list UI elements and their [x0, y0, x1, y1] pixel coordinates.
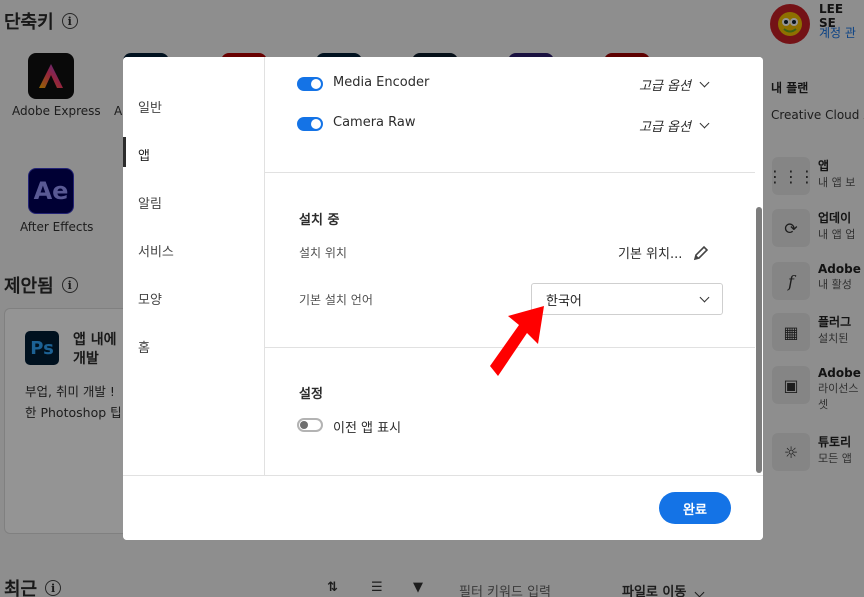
active-tab-indicator	[123, 137, 126, 167]
media-encoder-toggle[interactable]	[297, 77, 323, 91]
chevron-down-icon	[699, 292, 710, 302]
preferences-sidebar: 일반 앱 알림 서비스 모양 홈	[123, 57, 265, 475]
dialog-footer: 완료	[123, 475, 763, 540]
advanced-options-dropdown[interactable]: 고급 옵션	[639, 116, 710, 135]
sidebar-item-general[interactable]: 일반	[138, 97, 162, 116]
show-old-apps-toggle[interactable]	[297, 418, 323, 432]
done-button[interactable]: 완료	[659, 492, 731, 524]
divider	[265, 172, 755, 173]
annotation-arrow-icon	[490, 306, 544, 376]
app-name: Media Encoder	[333, 75, 430, 90]
camera-raw-toggle[interactable]	[297, 117, 323, 131]
sidebar-item-services[interactable]: 서비스	[138, 241, 174, 260]
sidebar-item-notifications[interactable]: 알림	[138, 193, 162, 212]
preferences-content: Media Encoder 고급 옵션 Camera Raw 고급 옵션 설치 …	[265, 57, 763, 475]
settings-heading: 설정	[299, 387, 323, 402]
chevron-down-icon	[699, 77, 710, 88]
advanced-options-dropdown[interactable]: 고급 옵션	[639, 75, 710, 94]
install-location-value[interactable]: 기본 위치...	[618, 243, 710, 262]
preferences-dialog: 일반 앱 알림 서비스 모양 홈 Media Encoder 고급 옵션 Cam…	[123, 57, 763, 540]
chevron-down-icon	[699, 118, 710, 129]
app-name: Camera Raw	[333, 115, 416, 130]
default-language-select[interactable]: 한국어	[531, 283, 723, 315]
installing-heading: 설치 중	[299, 213, 340, 228]
show-old-apps-label: 이전 앱 표시	[333, 421, 402, 436]
pencil-icon[interactable]	[692, 244, 710, 262]
install-location-label: 설치 위치	[299, 246, 347, 260]
sidebar-item-appearance[interactable]: 모양	[138, 289, 162, 308]
sidebar-item-apps[interactable]: 앱	[138, 145, 150, 164]
scrollbar-thumb[interactable]	[756, 207, 762, 473]
sidebar-item-home[interactable]: 홈	[138, 337, 150, 356]
default-language-label: 기본 설치 언어	[299, 293, 373, 307]
scrollbar[interactable]	[755, 57, 763, 475]
